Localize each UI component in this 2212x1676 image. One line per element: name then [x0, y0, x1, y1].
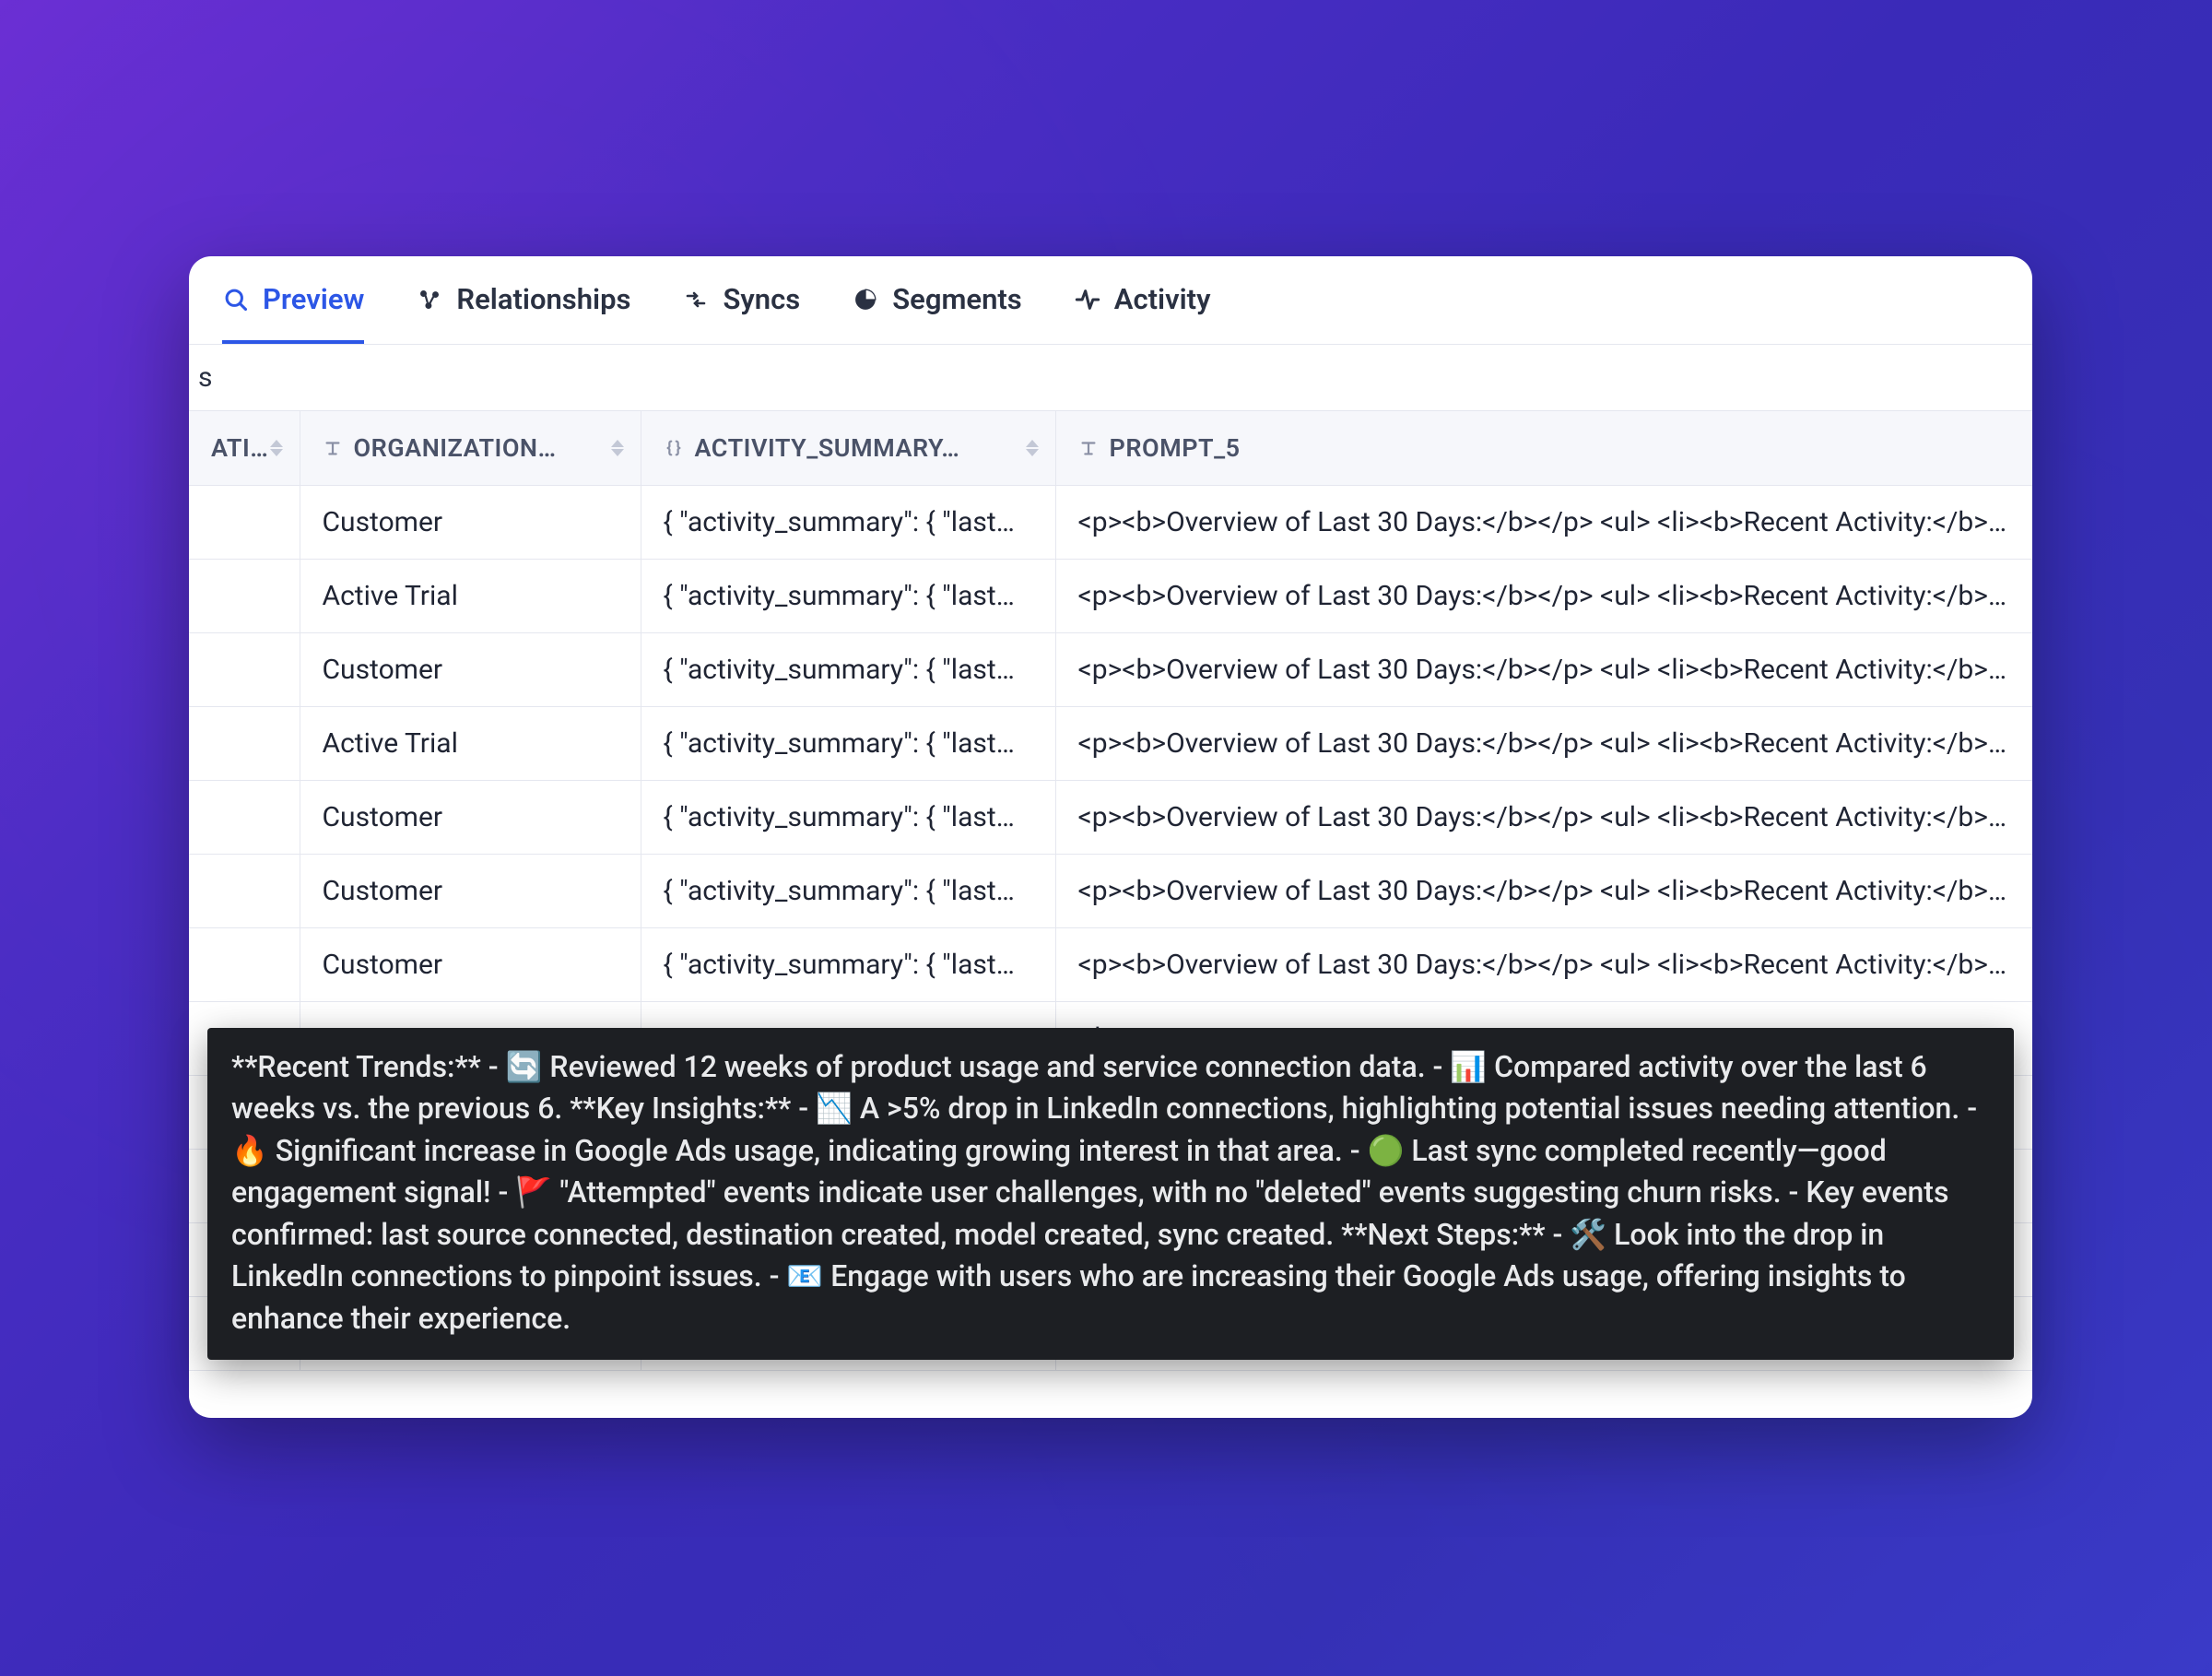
cell-organization[interactable]: Customer	[300, 780, 641, 854]
cell-organization[interactable]: Customer	[300, 927, 641, 1001]
table-row[interactable]: Customer{ "activity_summary": { "last…<p…	[189, 854, 2032, 927]
cell-organization[interactable]: Active Trial	[300, 559, 641, 632]
braces-type-icon	[664, 438, 684, 458]
tab-relationships[interactable]: Relationships	[416, 282, 630, 344]
subheader-fragment: s	[189, 345, 2032, 411]
pie-icon	[852, 286, 879, 313]
table-row[interactable]: Active Trial{ "activity_summary": { "las…	[189, 559, 2032, 632]
text-type-icon	[323, 438, 343, 458]
syncs-icon	[682, 286, 710, 313]
table-row[interactable]: Customer{ "activity_summary": { "last…<p…	[189, 780, 2032, 854]
activity-icon	[1074, 286, 1101, 313]
cell-organization[interactable]: Customer	[300, 854, 641, 927]
tooltip-text: **Recent Trends:** - 🔄 Reviewed 12 weeks…	[231, 1049, 1977, 1336]
cell-prompt-5[interactable]: <p><b>Overview of Last 30 Days:</b></p> …	[1055, 927, 2032, 1001]
cell-ati[interactable]	[189, 706, 300, 780]
search-icon	[222, 286, 250, 313]
table-row[interactable]: Customer{ "activity_summary": { "last…<p…	[189, 485, 2032, 559]
cell-activity-summary[interactable]: { "activity_summary": { "last…	[641, 780, 1055, 854]
cell-prompt-5[interactable]: <p><b>Overview of Last 30 Days:</b></p> …	[1055, 780, 2032, 854]
tab-preview[interactable]: Preview	[222, 282, 364, 344]
cell-organization[interactable]: Customer	[300, 485, 641, 559]
tab-label: Syncs	[723, 282, 800, 316]
tab-label: Relationships	[456, 282, 630, 316]
table-row[interactable]: Customer{ "activity_summary": { "last…<p…	[189, 632, 2032, 706]
cell-prompt-5[interactable]: <p><b>Overview of Last 30 Days:</b></p> …	[1055, 706, 2032, 780]
tab-segments[interactable]: Segments	[852, 282, 1022, 344]
column-header-ati[interactable]: ATI…	[189, 411, 300, 485]
nodes-icon	[416, 286, 443, 313]
column-label: PROMPT_5	[1110, 433, 1241, 463]
subheader-text: s	[198, 361, 212, 394]
cell-activity-summary[interactable]: { "activity_summary": { "last…	[641, 559, 1055, 632]
text-type-icon	[1078, 438, 1099, 458]
column-header-organization[interactable]: ORGANIZATION…	[300, 411, 641, 485]
cell-ati[interactable]	[189, 854, 300, 927]
cell-organization[interactable]: Active Trial	[300, 706, 641, 780]
cell-prompt-5[interactable]: <p><b>Overview of Last 30 Days:</b></p> …	[1055, 854, 2032, 927]
tab-label: Activity	[1114, 282, 1211, 316]
cell-prompt-5[interactable]: <p><b>Overview of Last 30 Days:</b></p> …	[1055, 485, 2032, 559]
cell-activity-summary[interactable]: { "activity_summary": { "last…	[641, 632, 1055, 706]
cell-prompt-5[interactable]: <p><b>Overview of Last 30 Days:</b></p> …	[1055, 559, 2032, 632]
cell-ati[interactable]	[189, 780, 300, 854]
cell-activity-summary[interactable]: { "activity_summary": { "last…	[641, 706, 1055, 780]
tab-syncs[interactable]: Syncs	[682, 282, 800, 344]
cell-ati[interactable]	[189, 632, 300, 706]
column-header-activity-summary[interactable]: ACTIVITY_SUMMARY…	[641, 411, 1055, 485]
cell-ati[interactable]	[189, 485, 300, 559]
tab-label: Segments	[892, 282, 1022, 316]
tab-label: Preview	[263, 282, 364, 316]
cell-organization[interactable]: Customer	[300, 632, 641, 706]
cell-ati[interactable]	[189, 927, 300, 1001]
cell-activity-summary[interactable]: { "activity_summary": { "last…	[641, 485, 1055, 559]
tab-activity[interactable]: Activity	[1074, 282, 1211, 344]
tab-bar: Preview Relationships Syncs Segments	[189, 256, 2032, 345]
sort-icon[interactable]	[611, 440, 624, 456]
cell-ati[interactable]	[189, 559, 300, 632]
table-row[interactable]: Customer{ "activity_summary": { "last…<p…	[189, 927, 2032, 1001]
cell-tooltip: **Recent Trends:** - 🔄 Reviewed 12 weeks…	[207, 1028, 2014, 1360]
sort-icon[interactable]	[1026, 440, 1039, 456]
column-header-prompt-5[interactable]: PROMPT_5	[1055, 411, 2032, 485]
column-label: ATI…	[211, 433, 268, 463]
column-label: ORGANIZATION…	[354, 433, 557, 463]
cell-prompt-5[interactable]: <p><b>Overview of Last 30 Days:</b></p> …	[1055, 632, 2032, 706]
cell-activity-summary[interactable]: { "activity_summary": { "last…	[641, 927, 1055, 1001]
sort-icon[interactable]	[270, 440, 283, 456]
table-header-row: ATI… ORGANIZATION…	[189, 411, 2032, 485]
cell-activity-summary[interactable]: { "activity_summary": { "last…	[641, 854, 1055, 927]
column-label: ACTIVITY_SUMMARY…	[695, 433, 960, 463]
table-row[interactable]: Active Trial{ "activity_summary": { "las…	[189, 706, 2032, 780]
